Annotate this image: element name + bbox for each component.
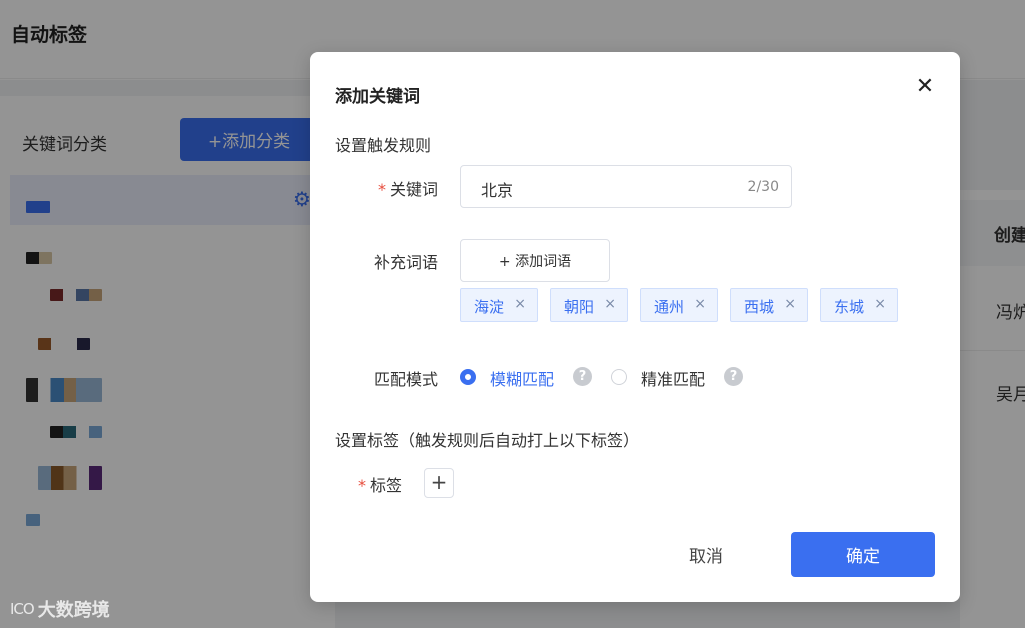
tag-label-text: 标签 <box>370 476 403 495</box>
term-tag: 通州 × <box>640 288 718 322</box>
keyword-label-text: 关键词 <box>390 180 439 199</box>
term-tag-label: 海淀 <box>474 298 505 316</box>
add-term-button[interactable]: + 添加词语 <box>460 239 610 282</box>
required-mark: * <box>378 180 386 199</box>
keyword-input-value: 北京 <box>481 181 514 200</box>
term-tag-label: 通州 <box>654 298 685 316</box>
term-tag: 西城 × <box>730 288 808 322</box>
exact-match-label[interactable]: 精准匹配 <box>641 366 705 390</box>
close-icon[interactable]: × <box>694 296 706 312</box>
exact-match-radio[interactable] <box>611 369 627 385</box>
close-icon[interactable]: × <box>514 296 526 312</box>
supplement-terms-label: 补充词语 <box>374 253 439 272</box>
close-icon[interactable]: × <box>604 296 616 312</box>
term-tag-label: 朝阳 <box>564 298 595 316</box>
brand-logo-icon: ICO <box>10 600 35 618</box>
tag-section-title: 设置标签（触发规则后自动打上以下标签） <box>335 431 640 450</box>
confirm-button[interactable]: 确定 <box>791 532 935 577</box>
fuzzy-match-label[interactable]: 模糊匹配 <box>490 366 554 390</box>
keyword-input[interactable]: 北京 2/30 <box>460 165 792 208</box>
close-icon[interactable]: × <box>784 296 796 312</box>
dialog-title: 添加关键词 <box>335 87 420 107</box>
tag-label: * 标签 <box>358 472 402 496</box>
add-keyword-dialog: 添加关键词 ✕ 设置触发规则 * 关键词 北京 2/30 补充词语 + 添加词语 … <box>310 52 960 602</box>
cancel-button[interactable]: 取消 <box>670 532 742 576</box>
keyword-label: * 关键词 <box>378 176 438 200</box>
term-tag: 东城 × <box>820 288 898 322</box>
help-icon[interactable]: ? <box>573 367 592 386</box>
help-icon[interactable]: ? <box>724 367 743 386</box>
term-tag-label: 西城 <box>744 298 775 316</box>
term-tag: 海淀 × <box>460 288 538 322</box>
brand-watermark: ICO 大数跨境 <box>10 596 110 622</box>
keyword-char-count: 2/30 <box>747 179 779 195</box>
required-mark: * <box>358 476 366 495</box>
close-icon[interactable]: ✕ <box>914 76 936 98</box>
close-icon[interactable]: × <box>874 296 886 312</box>
term-tag: 朝阳 × <box>550 288 628 322</box>
add-tag-button[interactable]: + <box>424 468 454 498</box>
trigger-rules-section-title: 设置触发规则 <box>335 136 432 155</box>
term-tag-label: 东城 <box>834 298 865 316</box>
fuzzy-match-radio[interactable] <box>460 369 476 385</box>
brand-name: 大数跨境 <box>37 600 110 621</box>
match-mode-label: 匹配模式 <box>374 370 439 389</box>
